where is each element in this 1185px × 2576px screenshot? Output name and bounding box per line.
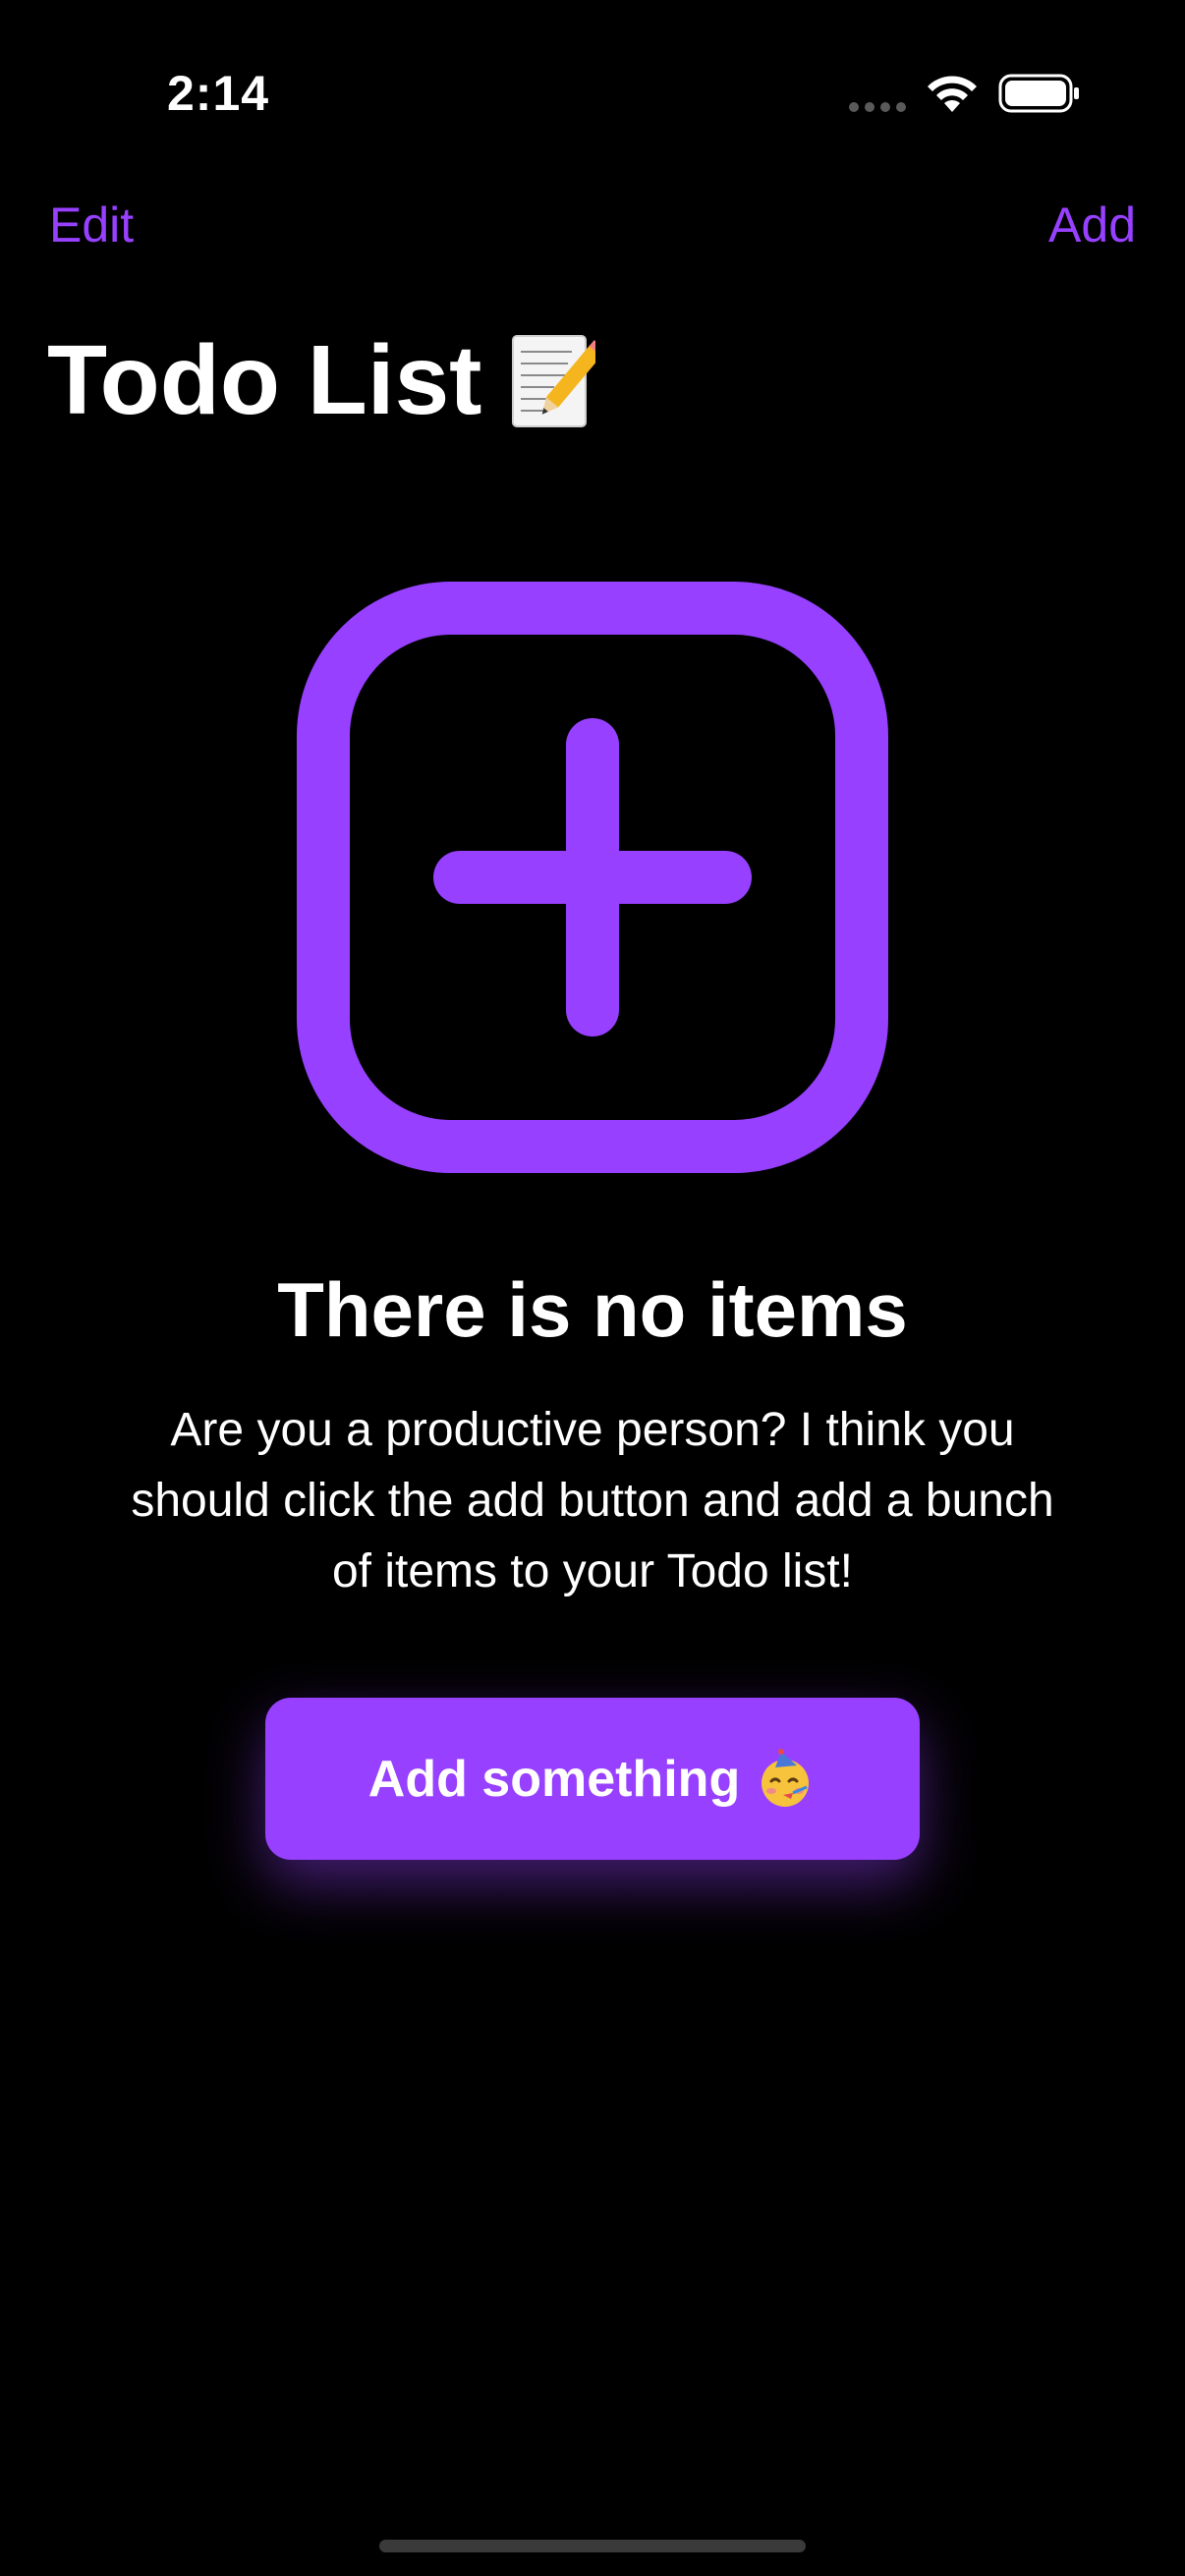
plus-square-icon <box>297 582 888 1173</box>
wifi-icon <box>928 76 977 112</box>
empty-state-title: There is no items <box>277 1266 908 1353</box>
memo-emoji-icon <box>512 334 596 427</box>
add-something-button[interactable]: Add something <box>265 1698 920 1860</box>
cellular-signal-icon <box>849 102 908 112</box>
edit-button[interactable]: Edit <box>49 196 134 253</box>
home-indicator[interactable] <box>379 2540 806 2552</box>
empty-state-description: Are you a productive person? I think you… <box>131 1404 1054 1597</box>
status-bar: 2:14 <box>0 0 1185 147</box>
status-time: 2:14 <box>167 66 270 121</box>
navigation-bar: Edit Add <box>0 196 1185 265</box>
page-title-text: Todo List <box>47 325 482 435</box>
add-button[interactable]: Add <box>1048 196 1136 253</box>
party-face-emoji-icon <box>762 1748 810 1807</box>
battery-icon <box>998 74 1079 113</box>
add-something-label: Add something <box>367 1750 741 1808</box>
page-title: Todo List <box>47 324 596 437</box>
